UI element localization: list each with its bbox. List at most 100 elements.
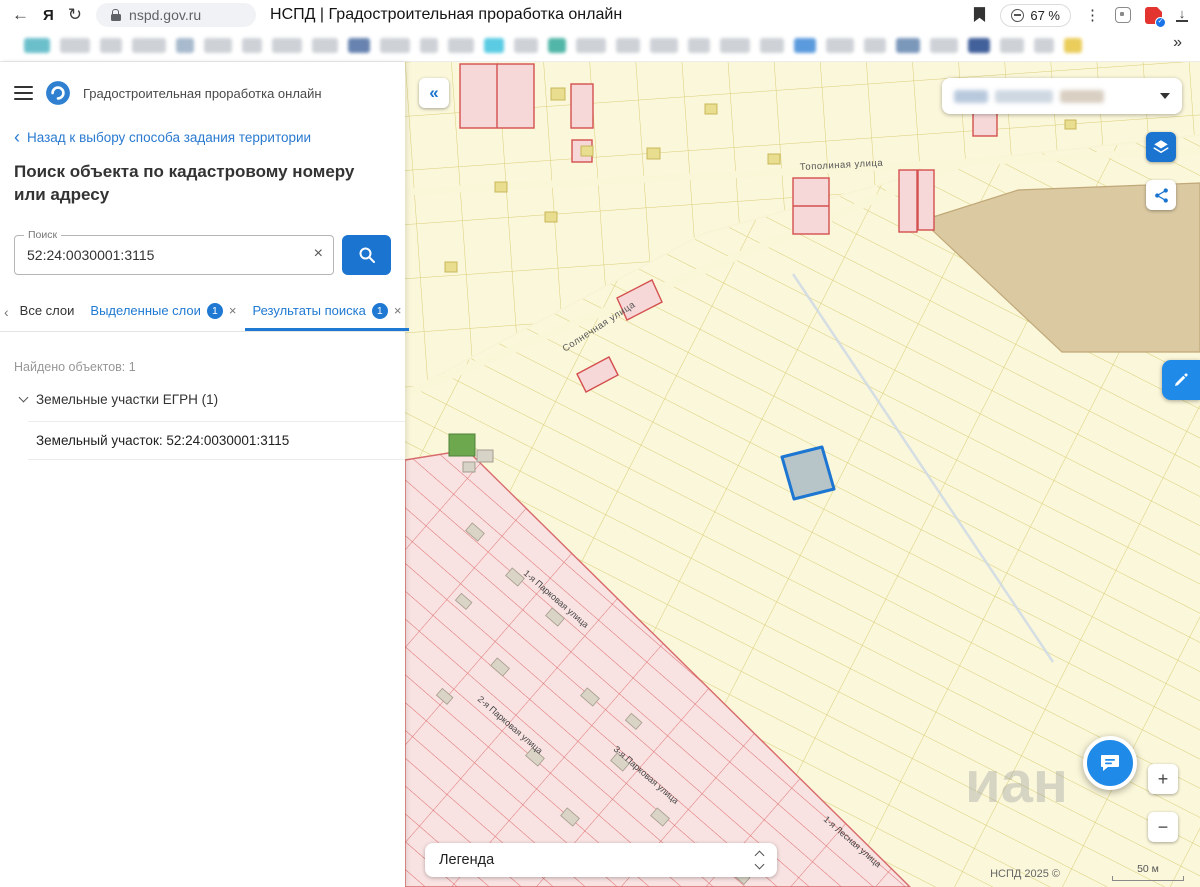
bookmark-favicon[interactable] [24,38,50,53]
panel-heading: Поиск объекта по кадастровому номеру или… [14,161,386,207]
download-icon[interactable]: ↓ [1176,8,1188,22]
close-tab-icon[interactable]: × [394,303,402,318]
bookmark-favicon[interactable] [794,38,816,53]
zoom-indicator[interactable]: 67 % [1000,4,1071,27]
legend-expand-icon [756,852,763,868]
bookmark-favicon[interactable] [420,38,438,53]
nspd-logo-icon [45,80,71,106]
bookmark-favicon[interactable] [272,38,302,53]
toolbar-actions: 67 % ⋮ ✓ ↓ [973,4,1188,27]
back-to-territory-link[interactable]: ‹ Назад к выбору способа задания террито… [14,130,391,145]
bookmark-favicon[interactable] [176,38,194,53]
search-input[interactable]: Поиск 52:24:0030001:3115 × [14,235,334,275]
layers-button[interactable] [1146,132,1176,162]
gray-building [477,450,493,462]
page-title: НСПД | Градостроительная проработка онла… [270,6,622,24]
app-title: Градостроительная проработка онлайн [83,86,322,101]
menu-kebab-icon[interactable]: ⋮ [1085,6,1101,24]
bookmark-favicon[interactable] [60,38,90,53]
bookmark-favicon[interactable] [650,38,678,53]
zoom-level: 67 % [1030,8,1060,23]
bookmark-favicon[interactable] [720,38,750,53]
bookmark-favicon[interactable] [930,38,958,53]
pdf-extension-icon[interactable]: ✓ [1145,7,1162,24]
bookmark-icon[interactable] [973,7,986,23]
bookmark-favicon[interactable] [514,38,538,53]
lock-icon [110,9,121,21]
address-bar[interactable]: nspd.gov.ru [96,3,256,27]
bookmark-favicon[interactable] [132,38,166,53]
bookmarks-overflow-icon[interactable]: » [1169,34,1186,52]
caret-down-icon [1160,93,1170,99]
map-canvas[interactable]: Тополиная улица Солнечная улица 1-я Парк… [405,62,1200,887]
count-badge: 1 [372,303,388,319]
bookmarks-bar: » [0,30,1200,62]
results-group-egrn[interactable]: Земельные участки ЕГРН (1) [20,392,391,407]
bookmark-favicon[interactable] [312,38,338,53]
yandex-logo-icon[interactable]: Я [43,7,54,24]
bookmark-favicon[interactable] [826,38,854,53]
extension-icon[interactable] [1115,7,1131,23]
draw-tools-tab[interactable] [1162,360,1200,400]
blurred-text [954,90,988,103]
bookmark-favicon[interactable] [380,38,410,53]
tab-search-results[interactable]: Результаты поиска 1 × [245,299,410,331]
bookmark-favicon[interactable] [1064,38,1082,53]
pencil-icon [1172,371,1190,389]
search-input-label: Поиск [24,229,61,241]
zoom-out-button[interactable]: − [1148,812,1178,842]
search-input-value: 52:24:0030001:3115 [27,247,154,263]
search-row: Поиск 52:24:0030001:3115 × [14,235,391,275]
bookmark-favicon[interactable] [616,38,640,53]
tab-label: Выделенные слои [90,303,200,318]
blurred-text [995,90,1053,103]
bookmark-favicon[interactable] [100,38,122,53]
count-badge: 1 [207,303,223,319]
app-main: Градостроительная проработка онлайн ‹ На… [0,62,1200,887]
collapse-sidebar-button[interactable]: « [419,78,449,108]
bookmark-favicon[interactable] [864,38,886,53]
back-icon[interactable]: ← [12,5,29,25]
clear-icon[interactable]: × [314,245,323,263]
tabs-scroll-left-icon[interactable]: ‹ [2,299,12,320]
bookmark-favicon[interactable] [760,38,784,53]
bookmark-favicon[interactable] [1000,38,1024,53]
gray-building [463,462,475,472]
bookmark-favicon[interactable] [1034,38,1054,53]
bookmark-favicon[interactable] [484,38,504,53]
bookmark-favicon[interactable] [688,38,710,53]
scale-line [1112,876,1184,881]
scale-label: 50 м [1137,863,1159,875]
tab-selected-layers[interactable]: Выделенные слои 1 × [82,299,244,331]
chevron-down-icon [19,392,29,402]
bookmark-favicon[interactable] [348,38,370,53]
map-container: Тополиная улица Солнечная улица 1-я Парк… [405,62,1200,887]
bookmark-favicon[interactable] [896,38,920,53]
browser-window: ← Я ↻ nspd.gov.ru НСПД | Градостроительн… [0,0,1200,887]
share-icon [1153,187,1170,204]
chat-icon [1098,751,1122,775]
share-button[interactable] [1146,180,1176,210]
basemap-dropdown[interactable] [942,78,1182,114]
tab-label: Все слои [20,303,75,318]
bookmark-favicon[interactable] [242,38,262,53]
chat-fab-button[interactable] [1083,736,1137,790]
legend-bar[interactable]: Легенда [425,843,777,877]
tab-all-layers[interactable]: Все слои [12,299,83,330]
watermark-text: иан [965,750,1068,815]
bookmark-favicon[interactable] [448,38,474,53]
bookmark-favicon[interactable] [548,38,566,53]
bookmarks-strip[interactable] [24,38,1082,53]
zoom-in-button[interactable]: + [1148,764,1178,794]
search-button[interactable] [342,235,391,275]
bookmark-favicon[interactable] [204,38,232,53]
chevron-left-icon: ‹ [14,131,20,144]
result-item-parcel[interactable]: Земельный участок: 52:24:0030001:3115 [28,421,405,460]
bookmark-favicon[interactable] [576,38,606,53]
hamburger-menu-icon[interactable] [14,86,33,100]
refresh-icon[interactable]: ↻ [68,5,82,25]
layers-icon [1152,138,1170,156]
bookmark-favicon[interactable] [968,38,990,53]
close-tab-icon[interactable]: × [229,303,237,318]
map-attribution: НСПД 2025 © [990,868,1060,880]
